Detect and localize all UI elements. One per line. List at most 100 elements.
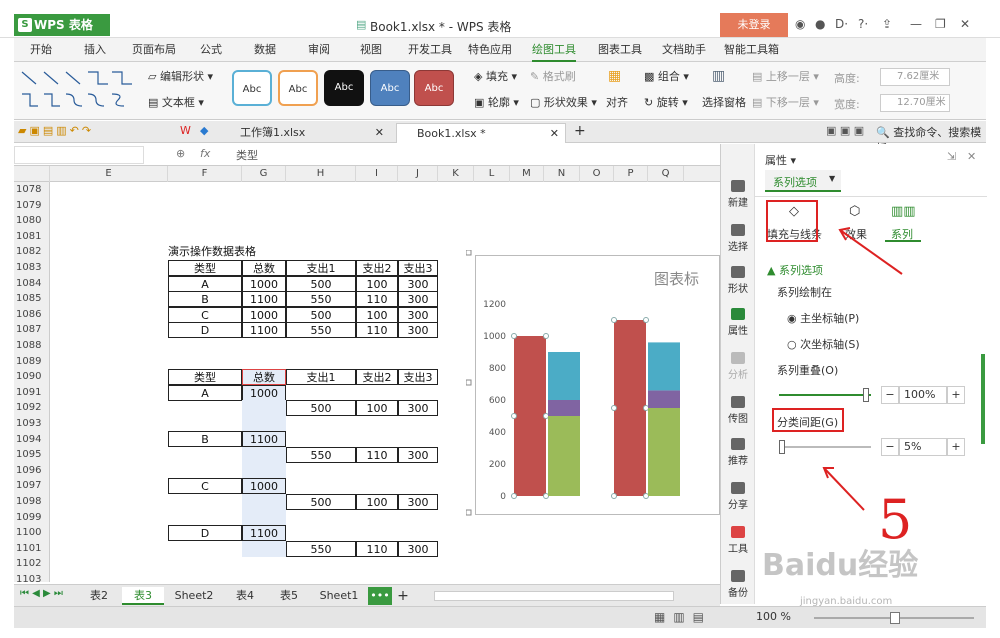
style-preset-3[interactable]: Abc: [324, 70, 364, 106]
tab-developer[interactable]: 开发工具: [408, 38, 452, 62]
table-cell[interactable]: 550: [286, 322, 356, 339]
row-header[interactable]: 1100: [14, 525, 49, 541]
tab-formula[interactable]: 公式: [200, 38, 222, 62]
selection-handle[interactable]: [511, 493, 517, 499]
column-header[interactable]: Q: [648, 166, 684, 182]
selection-handle[interactable]: [643, 405, 649, 411]
row-header[interactable]: 1090: [14, 369, 49, 385]
table-cell[interactable]: [242, 400, 286, 417]
table-cell[interactable]: 550: [286, 540, 356, 557]
bring-forward-button[interactable]: ▤ 上移一层 ▾: [752, 68, 819, 84]
row-header[interactable]: 1097: [14, 478, 49, 494]
row-header[interactable]: 1078: [14, 182, 49, 198]
table-cell[interactable]: 1100: [242, 431, 286, 448]
sidebar-item-properties[interactable]: 属性: [721, 308, 755, 337]
tab-review[interactable]: 审阅: [308, 38, 330, 62]
table-cell[interactable]: 500: [286, 306, 356, 323]
feedback-icon[interactable]: D·: [835, 17, 848, 31]
table-cell[interactable]: 300: [398, 540, 438, 557]
table-cell[interactable]: 支出2: [356, 369, 398, 385]
selection-handle[interactable]: [611, 493, 617, 499]
table-cell[interactable]: B: [168, 291, 242, 308]
row-header[interactable]: 1095: [14, 447, 49, 463]
sidebar-item-recommend[interactable]: 推荐: [721, 438, 755, 467]
share-icon[interactable]: ⇪: [882, 17, 892, 31]
table-cell[interactable]: [242, 540, 286, 557]
horizontal-scrollbar[interactable]: [434, 591, 674, 601]
cube-icon[interactable]: ◆: [200, 124, 208, 137]
help-icon[interactable]: ?·: [858, 17, 868, 31]
selection-handle[interactable]: [511, 413, 517, 419]
column-header[interactable]: M: [510, 166, 544, 182]
row-header[interactable]: 1089: [14, 354, 49, 370]
selection-handle[interactable]: [543, 333, 549, 339]
table-cell[interactable]: 支出1: [286, 260, 356, 276]
row-header[interactable]: 1101: [14, 541, 49, 557]
chart-title[interactable]: 图表标: [654, 270, 699, 288]
height-input[interactable]: 7.62厘米: [880, 68, 950, 86]
edit-shape-button[interactable]: ▱ 编辑形状 ▾: [148, 68, 213, 84]
tab-data[interactable]: 数据: [254, 38, 276, 62]
table-cell[interactable]: 550: [286, 447, 356, 463]
table-cell[interactable]: A: [168, 384, 242, 401]
table-cell[interactable]: 1100: [242, 322, 286, 339]
table-cell[interactable]: 1000: [242, 306, 286, 323]
table-cell[interactable]: B: [168, 431, 242, 448]
table-cell[interactable]: 总数: [242, 369, 286, 385]
add-sheet-icon[interactable]: +: [392, 587, 414, 605]
login-button[interactable]: 未登录: [720, 13, 788, 37]
sidebar-item-backup[interactable]: 备份: [721, 570, 755, 599]
row-header[interactable]: 1096: [14, 463, 49, 479]
row-header[interactable]: 1098: [14, 494, 49, 510]
selection-handle[interactable]: [543, 413, 549, 419]
select-pane-button[interactable]: 选择窗格: [702, 94, 746, 110]
table-cell[interactable]: 110: [356, 322, 398, 339]
selection-handle[interactable]: [643, 317, 649, 323]
table-cell[interactable]: 110: [356, 540, 398, 557]
table-cell[interactable]: C: [168, 306, 242, 323]
sheet-tab[interactable]: Sheet1: [312, 587, 366, 605]
fill-button[interactable]: ◈ 填充 ▾: [474, 68, 517, 84]
table-cell[interactable]: 300: [398, 275, 438, 292]
table-cell[interactable]: 1100: [242, 525, 286, 541]
row-header[interactable]: 1084: [14, 276, 49, 292]
table-cell[interactable]: [242, 509, 286, 526]
wps-w-icon[interactable]: W: [180, 124, 191, 137]
table-cell[interactable]: 100: [356, 493, 398, 510]
table-cell[interactable]: 300: [398, 291, 438, 308]
sidebar-item-upload-image[interactable]: 传图: [721, 396, 755, 425]
width-input[interactable]: 12.70厘米: [880, 94, 950, 112]
formula-input[interactable]: 类型: [236, 147, 258, 163]
table-cell[interactable]: [242, 447, 286, 463]
table-cell[interactable]: 支出1: [286, 369, 356, 385]
bar-stack-segment[interactable]: [648, 408, 680, 496]
style-preset-4[interactable]: Abc: [370, 70, 410, 106]
selection-handle[interactable]: [611, 317, 617, 323]
row-header[interactable]: 1092: [14, 400, 49, 416]
selection-handle[interactable]: [643, 493, 649, 499]
tab-start[interactable]: 开始: [30, 38, 52, 62]
toolbar-icons[interactable]: ▣ ▣ ▣: [826, 124, 864, 137]
row-header[interactable]: 1082: [14, 244, 49, 260]
table-cell[interactable]: [242, 462, 286, 479]
app-menu-button[interactable]: S WPS 表格 ▼: [14, 14, 110, 53]
column-header[interactable]: K: [438, 166, 474, 182]
bar-stack-segment[interactable]: [648, 342, 680, 391]
table-cell[interactable]: 支出2: [356, 260, 398, 276]
table-cell[interactable]: 1000: [242, 275, 286, 292]
sheet-tab[interactable]: 表4: [224, 587, 266, 605]
table-cell[interactable]: [242, 415, 286, 432]
tab-insert[interactable]: 插入: [84, 38, 106, 62]
row-header[interactable]: 1087: [14, 322, 49, 338]
skin-icon[interactable]: ◉: [795, 17, 805, 31]
cloud-icon[interactable]: ●: [815, 17, 825, 31]
format-brush-button[interactable]: ✎ 格式刷: [530, 68, 576, 84]
table-cell[interactable]: 支出3: [398, 369, 438, 385]
doc-tab-book1[interactable]: Book1.xlsx * ✕: [396, 123, 566, 143]
table-cell[interactable]: 300: [398, 493, 438, 510]
bar-stack-segment[interactable]: [648, 390, 680, 408]
table-cell[interactable]: 1100: [242, 291, 286, 308]
table-cell[interactable]: 300: [398, 400, 438, 417]
sheet-tab[interactable]: 表2: [78, 587, 120, 605]
column-header[interactable]: I: [356, 166, 398, 182]
